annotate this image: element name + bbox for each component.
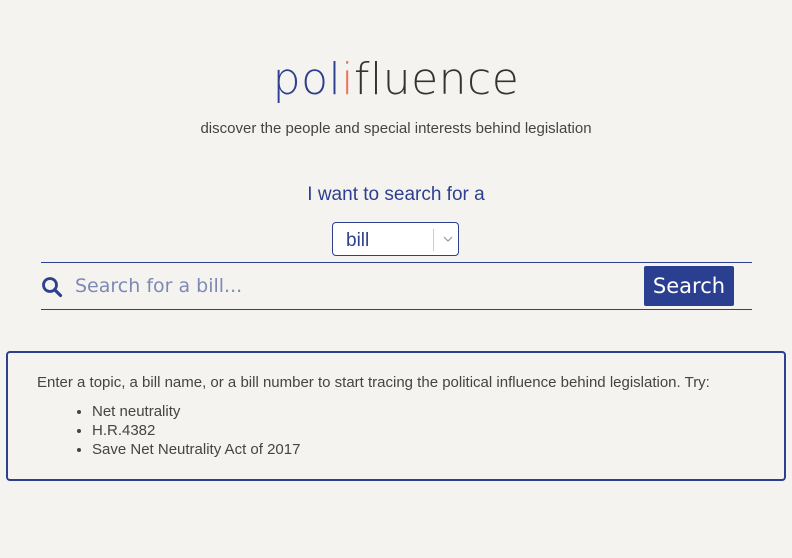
search-bar: Search (41, 262, 752, 310)
search-prompt: I want to search for a (307, 184, 485, 205)
list-item: H.R.4382 (92, 421, 300, 440)
logo: polifluence (0, 54, 792, 106)
list-item: Net neutrality (92, 402, 300, 421)
list-item: Save Net Neutrality Act of 2017 (92, 440, 300, 459)
chevron-down-icon[interactable] (441, 232, 455, 246)
search-input[interactable] (71, 269, 639, 303)
tagline: discover the people and special interest… (200, 120, 592, 137)
logo-part-fluence: fluence (353, 54, 520, 105)
search-button[interactable]: Search (644, 266, 734, 306)
examples-list: Net neutrality H.R.4382 Save Net Neutral… (38, 402, 300, 459)
page: polifluence discover the people and spec… (0, 0, 792, 558)
info-intro: Enter a topic, a bill name, or a bill nu… (37, 374, 710, 391)
logo-part-i: i (341, 54, 354, 105)
search-type-value: bill (346, 230, 370, 251)
logo-part-pol: pol (272, 54, 342, 105)
search-type-select[interactable]: bill (332, 222, 459, 256)
info-box: Enter a topic, a bill name, or a bill nu… (6, 351, 786, 481)
search-icon (42, 277, 63, 298)
select-divider (433, 229, 434, 251)
